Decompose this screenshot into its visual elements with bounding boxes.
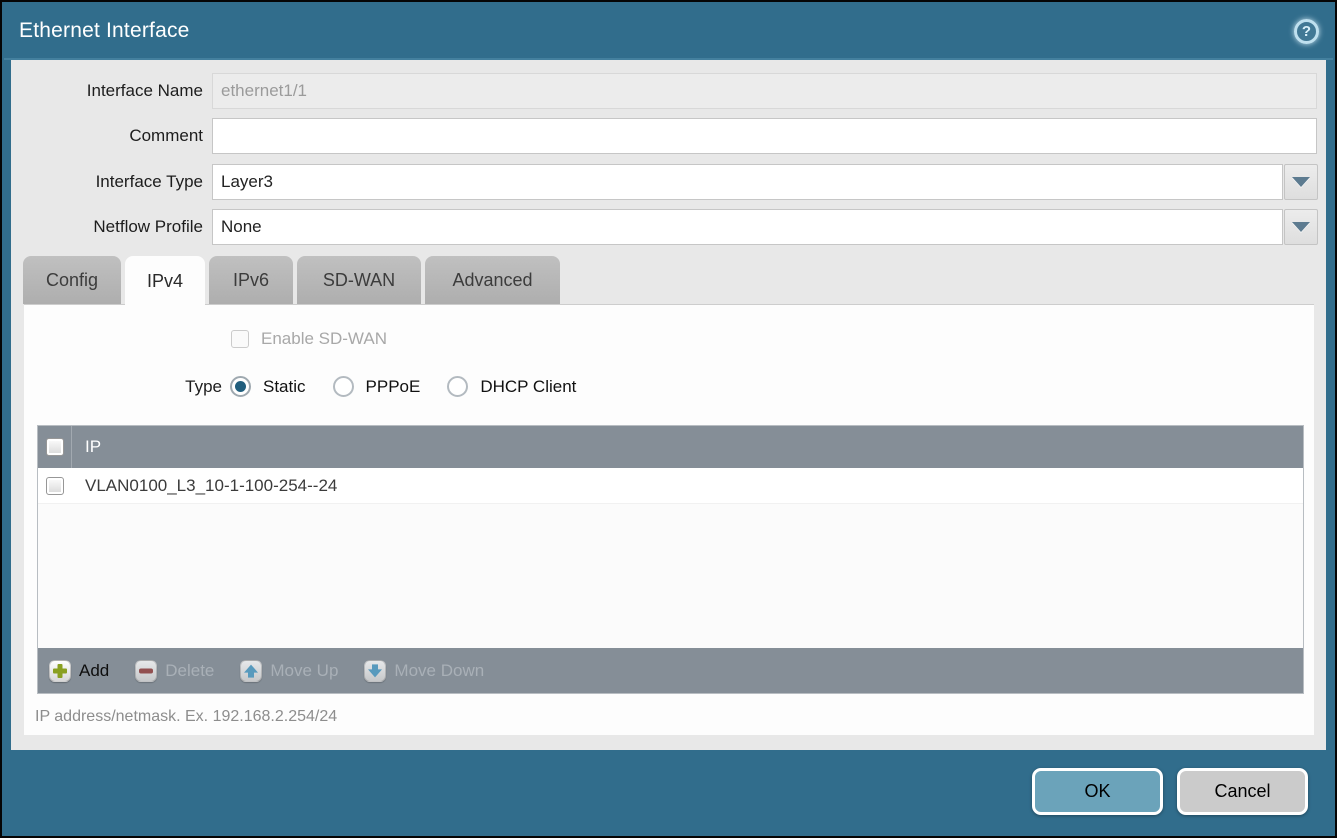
interface-name-label: Interface Name [13,73,203,109]
plus-icon [49,660,71,682]
interface-type-label: Interface Type [13,164,203,200]
netflow-profile-label: Netflow Profile [13,209,203,245]
radio-option-pppoe[interactable]: PPPoE [333,376,421,397]
radio-pppoe-label: PPPoE [366,377,421,397]
delete-button-label: Delete [165,661,214,681]
enable-sdwan-label: Enable SD-WAN [261,329,387,349]
radio-static[interactable] [230,376,251,397]
chevron-down-icon [1292,222,1310,232]
interface-type-input[interactable] [212,164,1283,200]
ip-address-table: IP VLAN0100_L3_10-1-100-254--24 Add [37,425,1304,694]
ip-address-value: VLAN0100_L3_10-1-100-254--24 [72,476,337,496]
add-button-label: Add [79,661,109,681]
arrow-up-icon [240,660,262,682]
table-row[interactable]: VLAN0100_L3_10-1-100-254--24 [38,468,1303,504]
chevron-down-icon [1292,177,1310,187]
radio-dhcp-client-label: DHCP Client [480,377,576,397]
ip-column-header: IP [72,437,101,457]
table-header: IP [38,426,1303,468]
radio-dot [338,381,349,392]
row-checkbox[interactable] [46,477,64,495]
radio-option-static[interactable]: Static [230,376,306,397]
table-toolbar: Add Delete Move Up Move Down [38,648,1303,693]
arrow-down-icon [364,660,386,682]
interface-name-input [212,73,1317,109]
comment-label: Comment [13,118,203,154]
add-button[interactable]: Add [49,660,109,682]
dialog-titlebar: Ethernet Interface [4,4,1333,60]
move-down-button-label: Move Down [394,661,484,681]
radio-dot [235,381,246,392]
tab-ipv6[interactable]: IPv6 [209,256,293,304]
radio-dhcp-client[interactable] [447,376,468,397]
help-glyph: ? [1302,23,1311,40]
netflow-profile-dropdown-button[interactable] [1284,209,1318,245]
move-up-button-label: Move Up [270,661,338,681]
tab-sdwan[interactable]: SD-WAN [297,256,421,304]
radio-static-label: Static [263,377,306,397]
enable-sdwan-row: Enable SD-WAN [231,329,387,349]
tab-ipv4[interactable]: IPv4 [125,256,205,306]
row-checkbox-cell [38,468,72,503]
radio-pppoe[interactable] [333,376,354,397]
ok-button[interactable]: OK [1032,768,1163,815]
move-up-button: Move Up [240,660,338,682]
dialog-body: Interface Name Comment Interface Type Ne… [11,60,1326,750]
type-radio-group: Type Static PPPoE DHCP Client [24,376,603,397]
ip-format-hint: IP address/netmask. Ex. 192.168.2.254/24 [35,708,337,726]
interface-type-dropdown-button[interactable] [1284,164,1318,200]
help-icon[interactable]: ? [1294,19,1319,44]
radio-option-dhcp-client[interactable]: DHCP Client [447,376,576,397]
enable-sdwan-checkbox [231,330,249,348]
ipv4-panel: Enable SD-WAN Type Static PPPoE DHCP Cli… [24,304,1314,735]
dialog-frame: Ethernet Interface ? Interface Name Comm… [2,2,1335,836]
tab-strip: Config IPv4 IPv6 SD-WAN Advanced [23,256,560,306]
delete-button: Delete [135,660,214,682]
type-label: Type [24,377,222,397]
tab-advanced[interactable]: Advanced [425,256,560,304]
move-down-button: Move Down [364,660,484,682]
header-checkbox-cell [38,426,72,468]
tab-config[interactable]: Config [23,256,121,304]
netflow-profile-input[interactable] [212,209,1283,245]
minus-icon [135,660,157,682]
radio-dot [452,381,463,392]
dialog-title: Ethernet Interface [19,19,190,43]
select-all-checkbox[interactable] [46,438,64,456]
comment-input[interactable] [212,118,1317,154]
table-empty-area [38,504,1303,648]
cancel-button[interactable]: Cancel [1177,768,1308,815]
ethernet-interface-dialog: Ethernet Interface ? Interface Name Comm… [0,0,1337,838]
